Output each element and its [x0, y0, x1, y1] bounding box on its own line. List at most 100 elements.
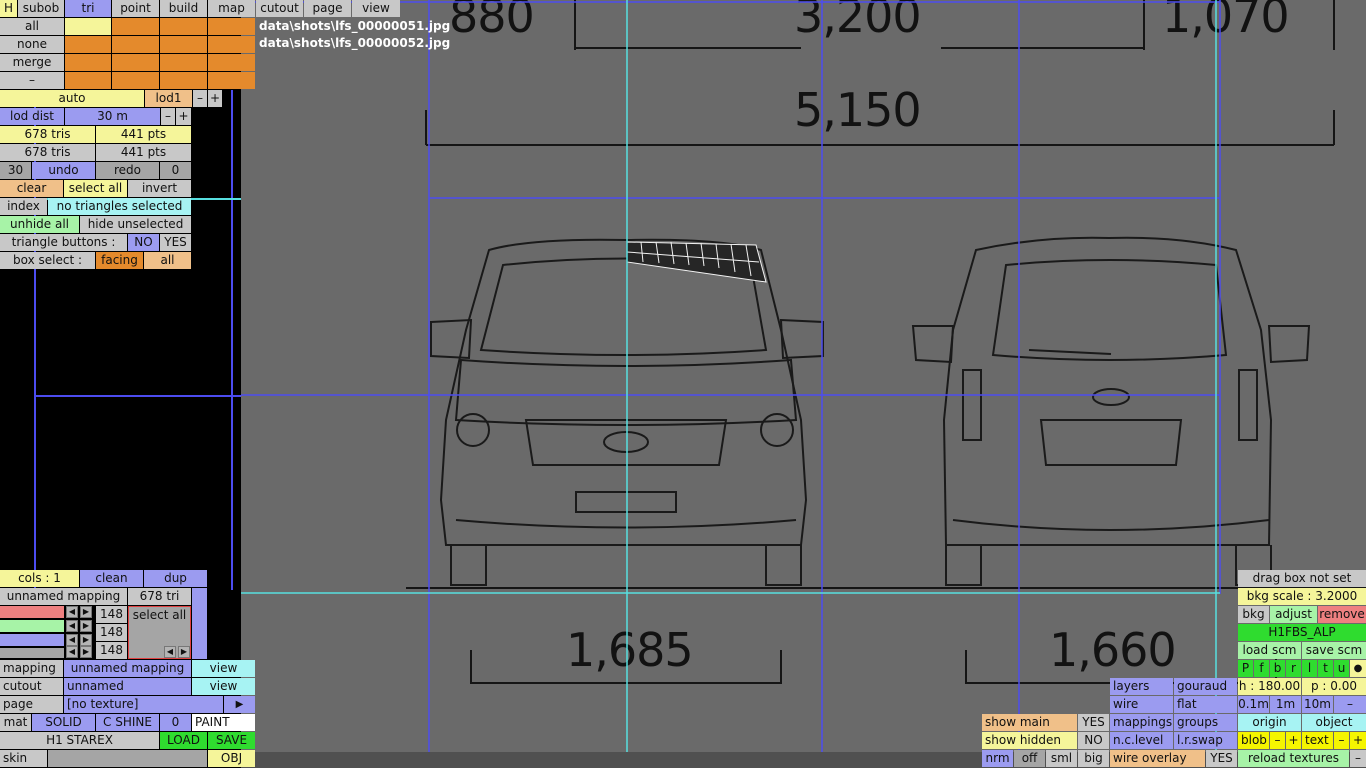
mapping-view-button[interactable]: view	[192, 660, 255, 677]
skin-field[interactable]	[48, 750, 207, 767]
select-all-button[interactable]: all	[0, 18, 64, 35]
shine-value[interactable]: 0	[160, 714, 191, 731]
object-button[interactable]: object	[1302, 714, 1366, 731]
tab-subob[interactable]: subob	[18, 0, 64, 17]
lod-plus-button[interactable]: +	[208, 90, 222, 107]
green-slider[interactable]	[0, 620, 64, 632]
lod-minus-button[interactable]: –	[193, 90, 207, 107]
tab-build[interactable]: build	[160, 0, 207, 17]
clear-button[interactable]: clear	[0, 180, 63, 197]
lod-dist-minus[interactable]: –	[161, 108, 175, 125]
unhide-all-button[interactable]: unhide all	[0, 216, 79, 233]
select-none-button[interactable]: none	[0, 36, 64, 53]
view-off[interactable]: off	[1014, 750, 1045, 767]
red-slider[interactable]	[0, 606, 64, 618]
groups-button[interactable]: groups	[1174, 714, 1237, 731]
box-select-all[interactable]: all	[144, 252, 191, 269]
mapping-scrollbar[interactable]	[192, 588, 207, 659]
slot-cell[interactable]	[160, 54, 207, 71]
3d-viewport[interactable]: 880 3,200 1,070 5,150 1,685 1,660	[241, 0, 1366, 768]
flat-button[interactable]: flat	[1174, 696, 1237, 713]
slot-cell[interactable]	[160, 72, 207, 89]
tab-point[interactable]: point	[112, 0, 159, 17]
clean-button[interactable]: clean	[80, 570, 143, 587]
c-shine-button[interactable]: C SHINE	[96, 714, 159, 731]
nc-level-button[interactable]: n.c.level	[1110, 732, 1173, 749]
remove-button[interactable]: remove	[1318, 606, 1366, 623]
step-minus[interactable]: –	[1334, 696, 1366, 713]
blue-slider[interactable]	[0, 634, 64, 646]
pitch-value[interactable]: p : 0.00	[1302, 678, 1366, 695]
view-sml[interactable]: sml	[1046, 750, 1077, 767]
lod1-button[interactable]: lod1	[145, 90, 192, 107]
mapping-select[interactable]: unnamed mapping	[64, 660, 191, 677]
dash-button[interactable]: –	[0, 72, 64, 89]
blob-plus[interactable]: +	[1286, 732, 1301, 749]
arrow-right-icon[interactable]: ▶	[80, 620, 92, 632]
lod-dist-value[interactable]: 30 m	[65, 108, 160, 125]
tab-page[interactable]: page	[304, 0, 351, 17]
slot-cell[interactable]	[208, 36, 255, 53]
text-plus[interactable]: +	[1350, 732, 1366, 749]
view-t-button[interactable]: t	[1318, 660, 1333, 677]
tab-map[interactable]: map	[208, 0, 255, 17]
load-scm-button[interactable]: load scm	[1238, 642, 1301, 659]
bkg-scale[interactable]: bkg scale : 3.2000	[1238, 588, 1366, 605]
arrow-right-icon[interactable]: ▶	[178, 646, 190, 658]
box-select-facing[interactable]: facing	[96, 252, 143, 269]
select-all-tris-button[interactable]: select all	[64, 180, 127, 197]
cutout-view-button[interactable]: view	[192, 678, 255, 695]
arrow-left-icon[interactable]: ◀	[66, 606, 78, 618]
slot-cell[interactable]	[208, 18, 255, 35]
layers-button[interactable]: layers	[1110, 678, 1173, 695]
slot-cell[interactable]	[65, 36, 111, 53]
wire-overlay-toggle[interactable]: YES	[1206, 750, 1237, 767]
invert-button[interactable]: invert	[128, 180, 191, 197]
mappings-button[interactable]: mappings	[1110, 714, 1173, 731]
arrow-left-icon[interactable]: ◀	[164, 646, 176, 658]
tab-view[interactable]: view	[352, 0, 400, 17]
reload-textures-button[interactable]: reload textures	[1238, 750, 1349, 767]
slot-cell[interactable]	[208, 72, 255, 89]
slot-cell[interactable]	[65, 72, 111, 89]
tab-cutout[interactable]: cutout	[256, 0, 303, 17]
lod-auto-button[interactable]: auto	[0, 90, 144, 107]
cols-button[interactable]: cols : 1	[0, 570, 79, 587]
tab-tri[interactable]: tri	[65, 0, 111, 17]
origin-button[interactable]: origin	[1238, 714, 1301, 731]
slot-cell[interactable]	[160, 18, 207, 35]
view-r-button[interactable]: r	[1286, 660, 1301, 677]
view-l-button[interactable]: l	[1302, 660, 1317, 677]
page-select[interactable]: [no texture]	[64, 696, 223, 713]
lod-dist-plus[interactable]: +	[176, 108, 191, 125]
view-f-button[interactable]: f	[1254, 660, 1269, 677]
step-0-1m[interactable]: 0.1m	[1238, 696, 1269, 713]
arrow-left-icon[interactable]: ◀	[66, 646, 78, 658]
slot-cell[interactable]	[65, 54, 111, 71]
alpha-slider[interactable]	[0, 648, 64, 658]
hide-unselected-button[interactable]: hide unselected	[80, 216, 191, 233]
slot-cell[interactable]	[112, 72, 159, 89]
blob-minus[interactable]: –	[1270, 732, 1285, 749]
show-main-toggle[interactable]: YES	[1078, 714, 1109, 731]
adjust-button[interactable]: adjust	[1270, 606, 1317, 623]
save-button[interactable]: SAVE	[208, 732, 255, 749]
redo-button[interactable]: redo	[96, 162, 159, 179]
load-button[interactable]: LOAD	[160, 732, 207, 749]
arrow-left-icon[interactable]: ◀	[66, 634, 78, 646]
lr-swap-button[interactable]: l.r.swap	[1174, 732, 1237, 749]
page-play-icon[interactable]: ▶	[224, 696, 255, 713]
slot-cell[interactable]	[208, 54, 255, 71]
step-10m[interactable]: 10m	[1302, 696, 1333, 713]
reload-minus[interactable]: –	[1350, 750, 1366, 767]
index-button[interactable]: index	[0, 198, 47, 215]
slot-cell[interactable]	[112, 36, 159, 53]
slot-cell[interactable]	[112, 18, 159, 35]
wire-button[interactable]: wire	[1110, 696, 1173, 713]
triangle-buttons-yes[interactable]: YES	[160, 234, 191, 251]
triangle-buttons-no[interactable]: NO	[128, 234, 159, 251]
undo-button[interactable]: undo	[32, 162, 95, 179]
gouraud-button[interactable]: gouraud	[1174, 678, 1237, 695]
view-nrm[interactable]: nrm	[982, 750, 1013, 767]
view-big[interactable]: big	[1078, 750, 1109, 767]
